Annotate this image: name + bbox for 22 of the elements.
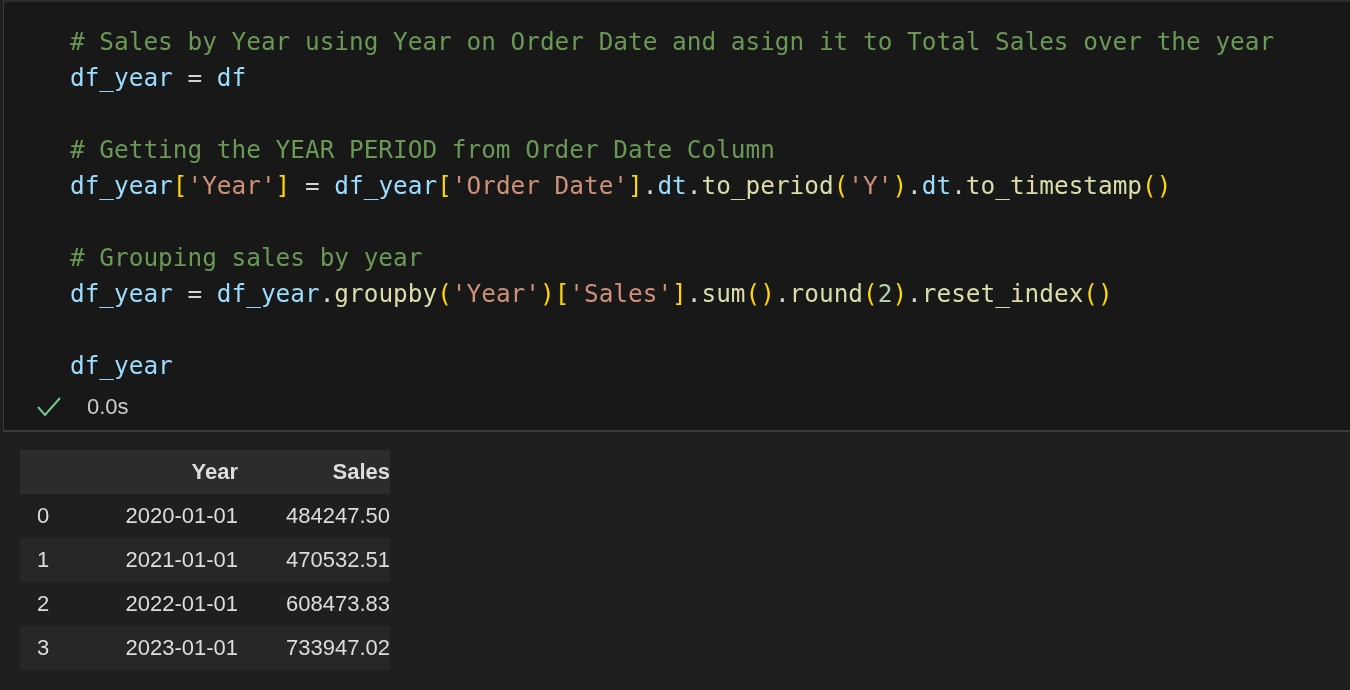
table-cell-text: 2020-01-01 [124, 503, 238, 529]
code-line: # Getting the YEAR PERIOD from Order Date Column [70, 134, 775, 166]
table-cell-text: 2023-01-01 [124, 635, 238, 661]
row-index: 3 [35, 635, 51, 661]
execution-time: 0.0s [87, 394, 129, 420]
column-header: Sales [331, 459, 390, 485]
table-cell-text: 733947.02 [285, 635, 390, 661]
table-cell-text: 470532.51 [285, 547, 390, 573]
table-cell-text: 2022-01-01 [124, 591, 238, 617]
table-cell-text: 608473.83 [285, 591, 390, 617]
code-line: df_year [70, 350, 173, 382]
row-index: 0 [35, 503, 51, 529]
code-line: df_year = df [70, 62, 247, 94]
table-cell-text: 484247.50 [285, 503, 390, 529]
code-line: # Grouping sales by year [70, 242, 423, 274]
table-cell-text: 2021-01-01 [124, 547, 238, 573]
code-line: # Sales by Year using Year on Order Date and asign it to Total Sales over the year [70, 26, 1275, 58]
code-line: df_year['Year'] = df_year['Order Date'].dt.to_period('Y').dt.to_timestamp() [70, 170, 1172, 202]
column-header: Year [190, 459, 238, 485]
row-index: 1 [35, 547, 51, 573]
row-index: 2 [35, 591, 51, 617]
code-line: df_year = df_year.groupby('Year')['Sales'].sum().round(2).reset_index() [70, 278, 1113, 310]
